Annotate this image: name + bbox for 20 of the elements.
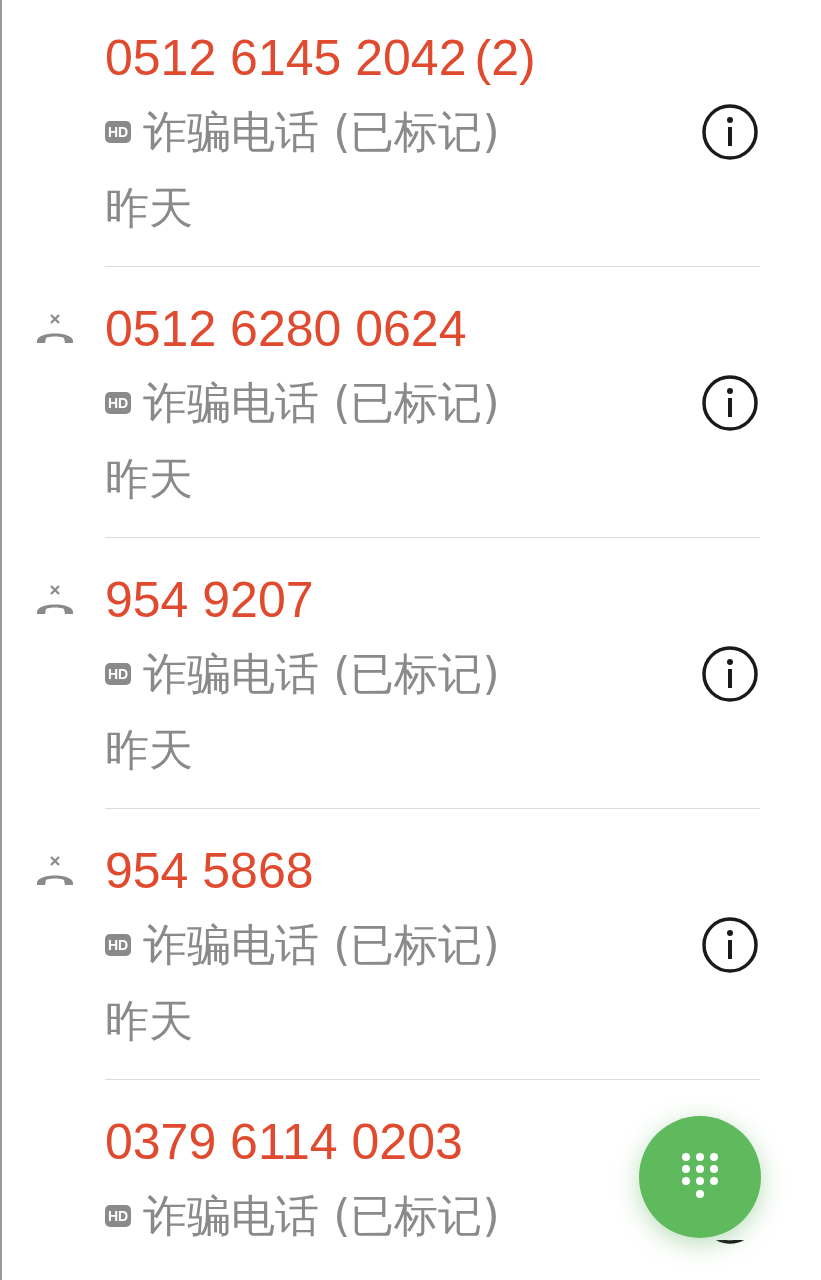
spam-label: 诈骗电话 (已标记): [143, 1189, 500, 1243]
phone-number: 0512 6145 2042: [105, 28, 467, 88]
phone-number: 0512 6280 0624: [105, 299, 467, 359]
phone-number: 954 9207: [105, 570, 314, 630]
call-date: 昨天: [105, 723, 193, 777]
spam-label: 诈骗电话 (已标记): [143, 105, 500, 159]
call-date: 昨天: [105, 181, 193, 235]
call-date: 昨天: [105, 452, 193, 506]
hd-badge: HD: [105, 934, 132, 956]
hd-badge: HD: [105, 121, 132, 143]
call-count: (2): [474, 28, 536, 88]
phone-number: 954 5868: [105, 841, 314, 901]
spam-label: 诈骗电话 (已标记): [143, 647, 500, 701]
hd-badge: HD: [105, 1205, 132, 1227]
hd-badge: HD: [105, 392, 132, 414]
hd-badge: HD: [105, 663, 132, 685]
phone-number: 0379 6114 0203: [105, 1112, 463, 1172]
spam-label: 诈骗电话 (已标记): [143, 918, 500, 972]
call-date: 昨天: [105, 994, 193, 1048]
spam-label: 诈骗电话 (已标记): [143, 376, 500, 430]
